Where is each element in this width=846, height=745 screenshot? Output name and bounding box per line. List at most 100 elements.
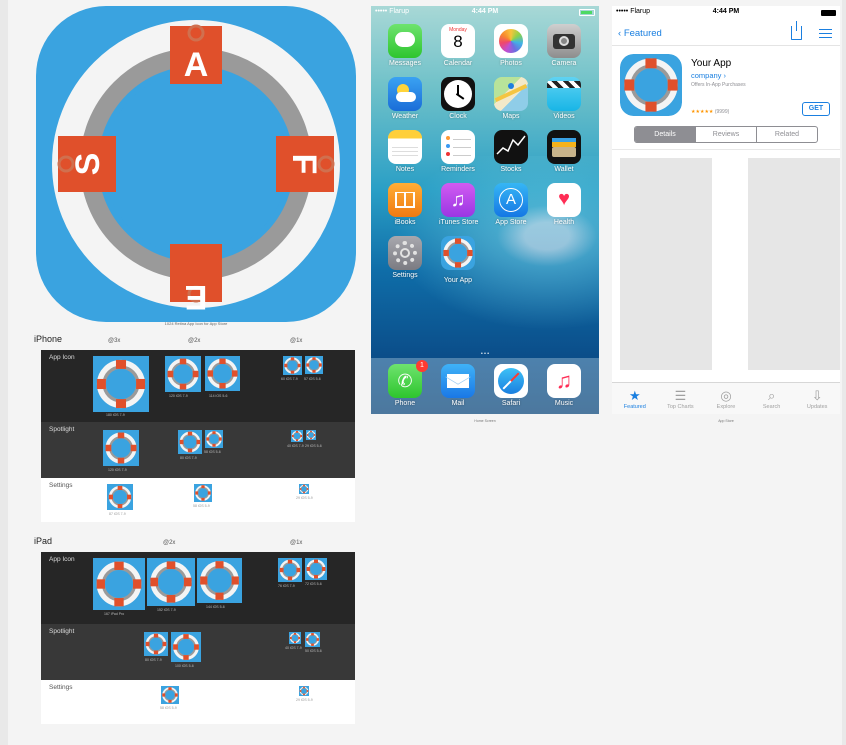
icon-caption: 29 iOS 5-9 [296,698,313,702]
app-label: Settings [392,272,418,279]
iphone-app-icon-row: App Icon 180 iOS 7-9 120 iOS 7-9 114 iOS… [41,350,355,422]
tab-explore[interactable]: ◎ Explore [703,383,749,414]
app-label: Camera [551,60,577,67]
app-icon-152 [147,558,195,606]
spotlight-icon-40 [289,632,301,644]
spotlight-icon-120 [103,430,139,466]
mail-icon [441,364,475,398]
app-clock[interactable]: Clock [439,77,477,120]
icon-caption: 72 iOS 5-6 [305,582,322,586]
photos-icon [494,24,528,58]
app-messages[interactable]: Messages [386,24,424,67]
settings-icon-29 [299,686,309,696]
spotlight-icon-29 [306,430,316,440]
battery-icon [579,9,595,16]
segment-details[interactable]: Details [635,127,695,142]
app-itunes-store[interactable]: ♫ iTunes Store [439,183,479,226]
icon-caption: 80 iOS 7-9 [180,456,197,460]
app-label: Clock [449,113,467,120]
icon-caption: 87 iOS 7-9 [109,512,126,516]
icon-caption: 76 iOS 7-9 [278,584,295,588]
app-settings[interactable]: Settings [386,236,424,279]
app-icon-144 [197,558,242,603]
lifebuoy-app-icon-large: A F E S [36,6,356,322]
icon-caption: 152 iOS 7-9 [157,608,176,612]
iphone-spotlight-row: Spotlight 120 iOS 7-9 80 iOS 7-9 58 iOS … [41,422,355,478]
iphone-scale-2x: @2x [188,338,201,344]
segment-related[interactable]: Related [756,127,817,142]
app-icon-180 [93,356,149,412]
icon-caption: 29 iOS 5-6 [305,444,322,448]
phone-badge: 1 [416,360,428,372]
app-ibooks[interactable]: iBooks [386,183,424,226]
home-screen-mockup: ••••• Flarup 4:44 PM Messages Monday 8 C… [371,6,599,414]
safari-icon [494,364,528,398]
app-calendar[interactable]: Monday 8 Calendar [439,24,477,67]
company-link[interactable]: company › [691,71,726,80]
maps-icon [494,77,528,111]
app-your-app[interactable]: Your App [439,236,477,284]
wallet-icon [547,130,581,164]
settings-gear-icon [388,236,422,270]
status-time: 4:44 PM [471,8,499,15]
dock-app-music[interactable]: ♫ Music [545,364,583,407]
app-wallet[interactable]: Wallet [545,130,583,173]
settings-icon-58 [194,484,212,502]
app-store-icon: A [494,183,528,217]
app-health[interactable]: ♥ Health [545,183,583,226]
dock-app-safari[interactable]: Safari [492,364,530,407]
icon-caption: 57 iOS 5-6 [304,377,321,381]
spotlight-icon-58 [205,430,223,448]
dock: 1 ✆ Phone Mail Safari ♫ Music [371,358,599,414]
icon-caption: 100 iOS 5-6 [175,664,194,668]
get-button[interactable]: GET [802,102,830,116]
icon-caption: 40 iOS 7-9 [285,646,302,650]
app-weather[interactable]: Weather [386,77,424,120]
app-label: iBooks [394,219,416,226]
list-icon[interactable] [819,29,832,39]
app-photos[interactable]: Photos [492,24,530,67]
tab-featured[interactable]: ★ Featured [612,383,658,414]
app-stocks[interactable]: Stocks [492,130,530,173]
dock-app-mail[interactable]: Mail [439,364,477,407]
segment-reviews[interactable]: Reviews [695,127,756,142]
app-icon-60 [283,356,302,375]
app-reminders[interactable]: Reminders [439,130,477,173]
notes-icon [388,130,422,164]
compass-icon: ◎ [720,388,732,403]
app-app-store[interactable]: A App Store [492,183,530,226]
app-videos[interactable]: Videos [545,77,583,120]
share-icon[interactable] [791,21,802,40]
app-camera[interactable]: Camera [545,24,583,67]
home-screen-caption: Home Screen [474,419,496,423]
tab-label: Featured [623,404,646,410]
app-label: iTunes Store [439,219,479,226]
icon-caption: 144 iOS 5-6 [206,605,225,609]
icon-caption: 114 iOS 5-6 [209,394,228,398]
icon-caption: 180 iOS 7-9 [106,413,125,417]
tab-updates[interactable]: ⇩ Updates [794,383,840,414]
tab-label: Updates [806,404,828,410]
app-label: Stocks [500,166,522,173]
screenshot-placeholder[interactable] [620,158,712,370]
app-notes[interactable]: Notes [386,130,424,173]
settings-icon-29 [299,484,309,494]
tab-top-charts[interactable]: ☰ Top Charts [658,383,704,414]
app-label: Music [554,400,574,407]
app-label: Messages [389,60,421,67]
tab-search[interactable]: ⌕ Search [749,383,795,414]
page-indicator-dots: • • • [480,351,490,357]
dock-app-phone[interactable]: 1 ✆ Phone [386,360,428,407]
segmented-control: Details Reviews Related [634,126,818,143]
app-icon-114 [205,356,240,391]
app-label: Calendar [443,60,473,67]
lifebuoy-app-icon [620,54,682,116]
app-maps[interactable]: Maps [492,77,530,120]
ipad-section-title: iPad [34,536,53,546]
iphone-section-title: iPhone [34,334,63,344]
status-bar: ••••• Flarup 4:44 PM [612,6,840,18]
screenshot-placeholder[interactable] [748,158,840,370]
app-label: Your App [443,277,473,284]
row-label: Settings [49,482,73,489]
back-button[interactable]: ‹ Featured [618,28,662,39]
